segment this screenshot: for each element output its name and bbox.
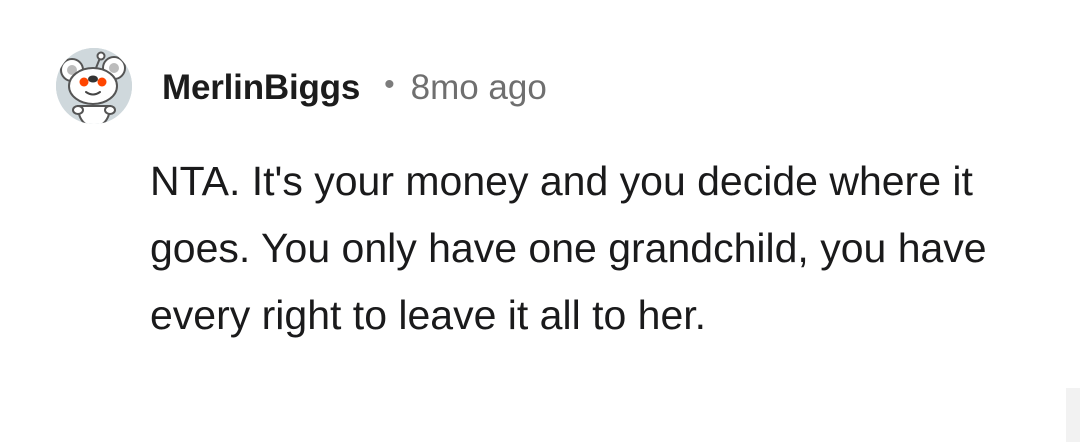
snoo-koala-avatar-icon [56,48,132,124]
comment-meta: MerlinBiggs • 8mo ago [162,64,547,112]
username-link[interactable]: MerlinBiggs [162,68,360,108]
comment-body: NTA. It's your money and you decide wher… [150,158,987,338]
user-avatar-icon[interactable] [56,48,132,124]
comment-card: MerlinBiggs • 8mo ago NTA. It's your mon… [0,0,1080,442]
meta-separator: • [384,68,395,101]
comment-timestamp: 8mo ago [410,68,547,107]
edge-divider [1066,388,1080,442]
